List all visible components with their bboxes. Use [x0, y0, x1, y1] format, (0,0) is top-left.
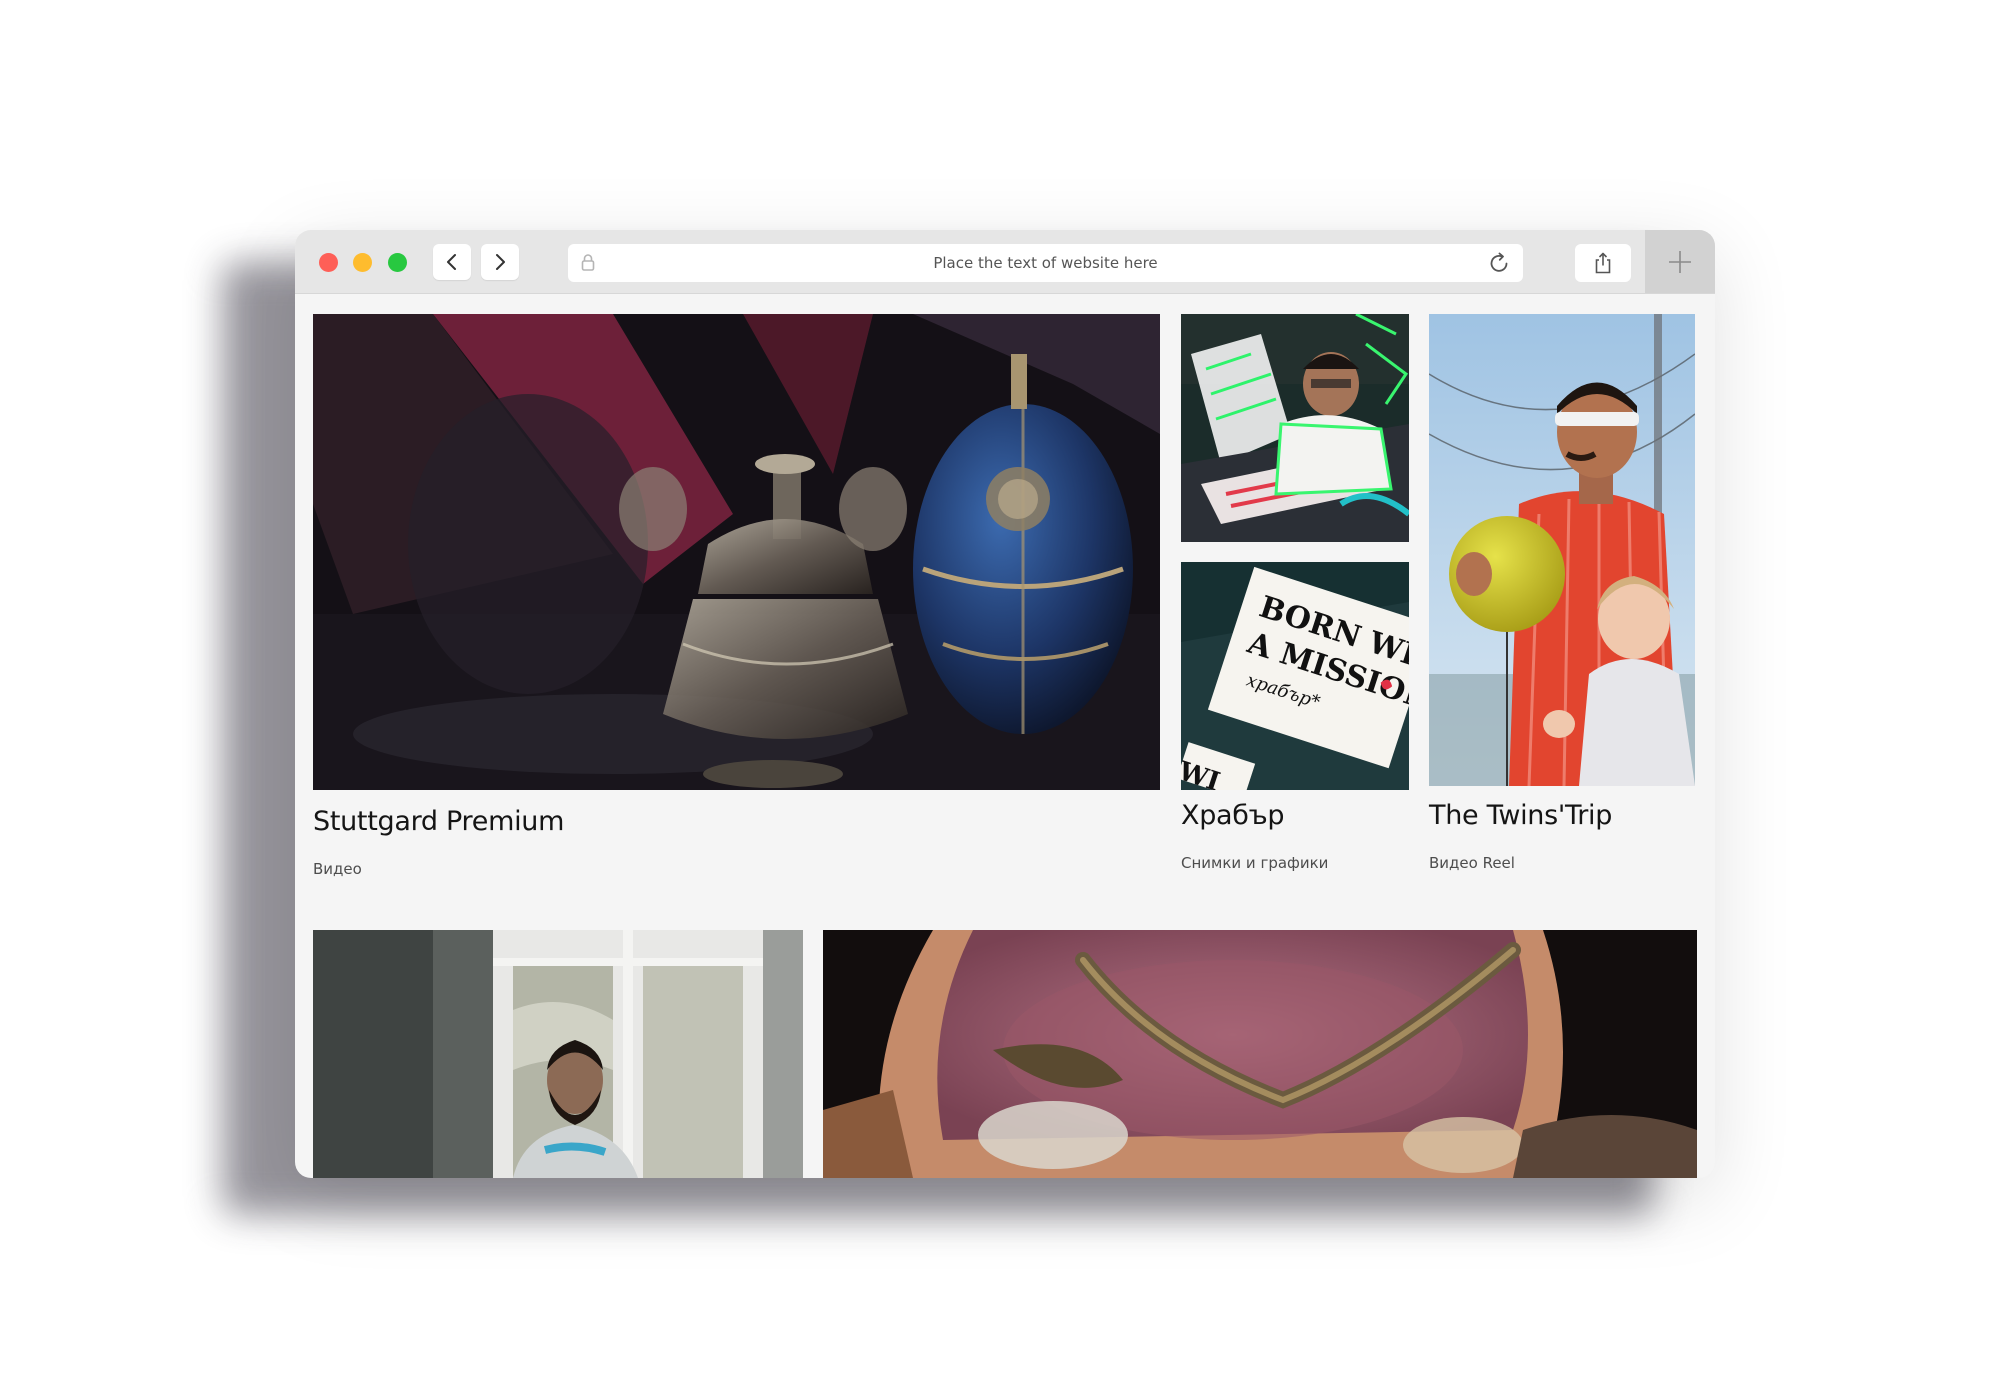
- forward-button[interactable]: [481, 244, 519, 280]
- reload-icon: [1490, 252, 1508, 272]
- project-category: Видео: [313, 860, 362, 878]
- minimize-window-button[interactable]: [353, 253, 372, 272]
- project-thumbnail-stuttgard[interactable]: [313, 314, 1160, 790]
- project-category: Снимки и графики: [1181, 854, 1329, 872]
- project-title[interactable]: The Twins'Trip: [1429, 800, 1612, 831]
- reload-button[interactable]: [1487, 251, 1511, 275]
- forward-icon: [496, 254, 505, 270]
- share-icon: [1595, 252, 1611, 274]
- zoom-window-button[interactable]: [388, 253, 407, 272]
- project-thumbnail-pizza[interactable]: [823, 930, 1697, 1178]
- new-tab-button[interactable]: [1645, 230, 1715, 293]
- back-icon: [447, 254, 456, 270]
- browser-window: Place the text of website here Stuttgard…: [295, 230, 1715, 1178]
- project-title[interactable]: Stuttgard Premium: [313, 806, 564, 837]
- project-thumbnail-hrabar-poster[interactable]: BORN WITH A MISSION. храбър* WI: [1181, 562, 1409, 790]
- page-content: Stuttgard Premium Видео BORN WITH A MISS…: [295, 294, 1715, 1178]
- back-button[interactable]: [433, 244, 471, 280]
- project-thumbnail-twins-trip[interactable]: [1429, 314, 1695, 786]
- project-title[interactable]: Храбър: [1181, 800, 1285, 831]
- project-thumbnail-window-portrait[interactable]: [313, 930, 803, 1178]
- share-button[interactable]: [1575, 244, 1631, 282]
- browser-toolbar: Place the text of website here: [295, 230, 1715, 294]
- address-text: Place the text of website here: [933, 254, 1158, 272]
- new-tab-icon: [1669, 250, 1691, 273]
- project-category: Видео Reel: [1429, 854, 1515, 872]
- address-bar[interactable]: Place the text of website here: [568, 244, 1523, 282]
- project-thumbnail-hrabar-artist[interactable]: [1181, 314, 1409, 542]
- close-window-button[interactable]: [319, 253, 338, 272]
